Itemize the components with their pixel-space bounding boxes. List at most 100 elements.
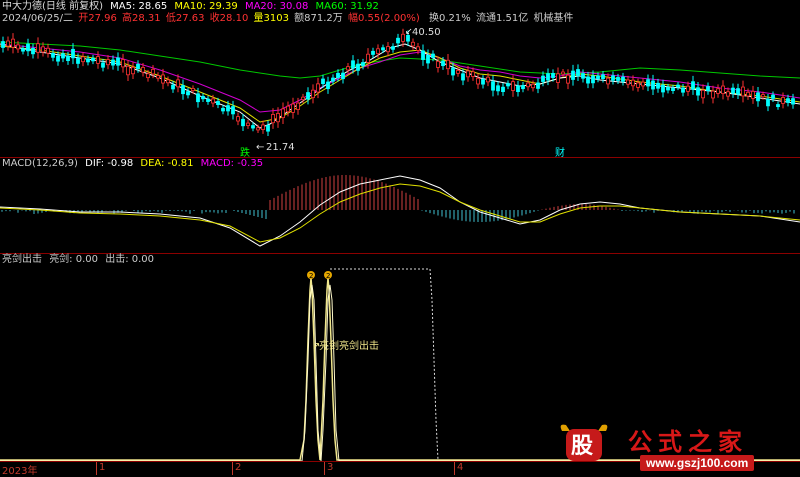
candle <box>271 108 275 129</box>
candle <box>436 56 440 73</box>
candle <box>236 112 240 126</box>
x-axis-tick-1 <box>96 462 97 475</box>
candle <box>246 119 250 129</box>
candle <box>96 51 100 69</box>
ma60-line <box>0 41 800 79</box>
x-axis-label-2: 2 <box>235 462 242 473</box>
candle <box>266 120 270 137</box>
candle <box>651 74 655 96</box>
candle <box>481 75 485 89</box>
candle <box>231 100 235 120</box>
candle <box>576 64 580 81</box>
x-axis-tick-3 <box>324 462 325 475</box>
candle <box>791 93 795 109</box>
candle <box>476 73 480 89</box>
candle <box>501 82 505 96</box>
signal-val2: 出击: 0.00 <box>105 254 155 265</box>
watermark-stamp-icon: 股 <box>560 424 608 461</box>
candle <box>201 93 205 102</box>
candle <box>726 87 730 101</box>
candle <box>716 84 720 98</box>
candle <box>56 51 60 66</box>
signal-label: 亮剑出击 <box>2 254 42 265</box>
macd-header-row: MACD(12,26,9) DIF: -0.98 DEA: -0.81 MACD… <box>2 158 267 170</box>
macd-dea-line <box>0 183 800 243</box>
candle <box>206 95 210 105</box>
x-axis-label-4: 4 <box>457 462 464 473</box>
candlesticks[interactable] <box>1 28 795 137</box>
candle <box>131 62 135 80</box>
chart-canvas[interactable]: ↙ 40.50 ← 21.74 跌 财 2 2 ↗ 亮剑亮剑出击 <box>0 0 800 475</box>
candle <box>391 43 395 53</box>
candle <box>496 81 500 96</box>
candle <box>471 67 475 81</box>
macd-label: MACD(12,26,9) <box>2 158 78 169</box>
candle <box>281 102 285 125</box>
candle <box>566 69 570 90</box>
candle <box>1 36 5 53</box>
candle <box>681 83 685 97</box>
watermark-text: 公式之家 <box>628 427 748 456</box>
candle <box>721 80 725 100</box>
watermark-url: www.gszj100.com <box>640 455 755 471</box>
signal-annotation: 亮剑亮剑出击 <box>319 339 379 352</box>
candle <box>356 59 360 76</box>
candle <box>6 36 10 51</box>
candle <box>756 86 760 107</box>
candle <box>646 74 650 92</box>
candle <box>491 75 495 97</box>
candle <box>641 78 645 90</box>
candle <box>261 120 265 134</box>
macd-dif: DIF: -0.98 <box>85 158 134 169</box>
signal-val1: 亮剑: 0.00 <box>49 254 99 265</box>
candle <box>581 69 585 83</box>
candle <box>421 44 425 66</box>
signal-dashed-line <box>330 268 439 461</box>
candle <box>521 82 525 93</box>
candle <box>311 84 315 104</box>
candle <box>106 55 110 70</box>
candle <box>61 49 65 63</box>
candle <box>706 82 710 95</box>
candle <box>101 58 105 72</box>
low-marker-arrow: ← <box>256 142 264 153</box>
candle <box>116 52 120 71</box>
macd-dea: DEA: -0.81 <box>140 158 194 169</box>
candle <box>776 101 780 110</box>
candle <box>676 82 680 91</box>
high-marker-value: 40.50 <box>412 27 441 38</box>
candle <box>571 64 575 86</box>
candle <box>556 67 560 89</box>
signal-peak-marker-2-text: 2 <box>326 272 330 280</box>
candle <box>31 43 35 59</box>
candle <box>341 68 345 84</box>
candle <box>611 71 615 85</box>
candle <box>11 33 15 54</box>
macd-value: MACD: -0.35 <box>200 158 264 169</box>
candle <box>46 43 50 58</box>
signal-peak-marker-1-text: 2 <box>309 272 313 280</box>
candle <box>536 78 540 94</box>
candle <box>711 85 715 104</box>
candle <box>326 76 330 94</box>
candle <box>241 114 245 132</box>
candle <box>701 84 705 104</box>
candle <box>466 65 470 82</box>
candle <box>691 75 695 95</box>
candle <box>36 37 40 59</box>
candle <box>731 83 735 98</box>
candle <box>671 84 675 94</box>
ma20-line <box>0 43 800 113</box>
candle <box>306 87 310 105</box>
x-axis-tick-2 <box>232 462 233 475</box>
low-marker-value: 21.74 <box>266 142 295 153</box>
candle <box>121 53 125 73</box>
candle <box>221 105 225 115</box>
candle <box>636 78 640 92</box>
candle <box>516 80 520 97</box>
candle <box>371 47 375 59</box>
candle <box>126 60 130 82</box>
candle <box>181 79 185 100</box>
price-panel[interactable] <box>0 41 800 129</box>
ma10-line <box>0 45 800 123</box>
